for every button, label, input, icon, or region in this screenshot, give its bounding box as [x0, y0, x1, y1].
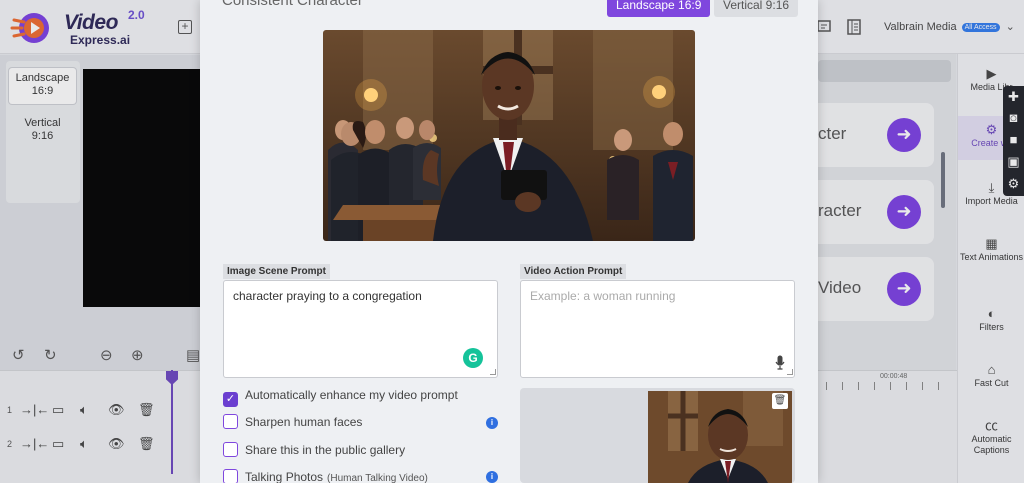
character-reference-image — [648, 391, 792, 483]
delete-reference-button[interactable]: 🗑︎ — [772, 393, 788, 409]
video-prompt-label: Video Action Prompt — [520, 264, 627, 279]
trash-icon: 🗑︎ — [773, 395, 787, 406]
enhance-prompt-option[interactable]: ✓ Automatically enhance my video prompt — [223, 387, 458, 407]
option-label: Share this in the public gallery — [245, 443, 406, 457]
option-label: Sharpen human faces — [245, 415, 363, 429]
checkbox-icon[interactable] — [223, 469, 238, 483]
resize-handle-icon[interactable] — [787, 369, 793, 375]
info-icon[interactable]: i — [486, 471, 498, 483]
option-label: Talking Photos — [245, 470, 324, 483]
option-label: Automatically enhance my video prompt — [245, 388, 458, 402]
option-sublabel: (Human Talking Video) — [327, 473, 428, 483]
consistent-character-modal: Consistent Character Landscape 16:9 Vert… — [200, 0, 818, 483]
info-icon[interactable]: i — [486, 417, 498, 429]
grammarly-icon[interactable]: G — [463, 348, 483, 368]
video-action-prompt-input[interactable]: Example: a woman running — [520, 280, 795, 378]
sharpen-faces-option[interactable]: Sharpen human faces — [223, 414, 362, 432]
image-scene-prompt-input[interactable]: character praying to a congregation — [223, 280, 498, 378]
share-public-gallery-option[interactable]: Share this in the public gallery — [223, 442, 405, 460]
resize-handle-icon[interactable] — [490, 369, 496, 375]
checkbox-icon[interactable] — [223, 442, 238, 457]
image-prompt-label: Image Scene Prompt — [223, 264, 330, 279]
character-reference-panel: 🗑︎ — [520, 388, 795, 483]
ratio-landscape-button[interactable]: Landscape 16:9 — [607, 0, 711, 17]
talking-photos-option[interactable]: Talking Photos (Human Talking Video) — [223, 469, 428, 483]
ratio-vertical-button[interactable]: Vertical 9:16 — [714, 0, 799, 17]
generated-character-image — [323, 30, 695, 241]
checkbox-icon[interactable] — [223, 414, 238, 429]
checkbox-checked-icon[interactable]: ✓ — [223, 392, 238, 407]
microphone-icon[interactable] — [775, 355, 785, 370]
modal-title: Consistent Character — [222, 0, 363, 9]
